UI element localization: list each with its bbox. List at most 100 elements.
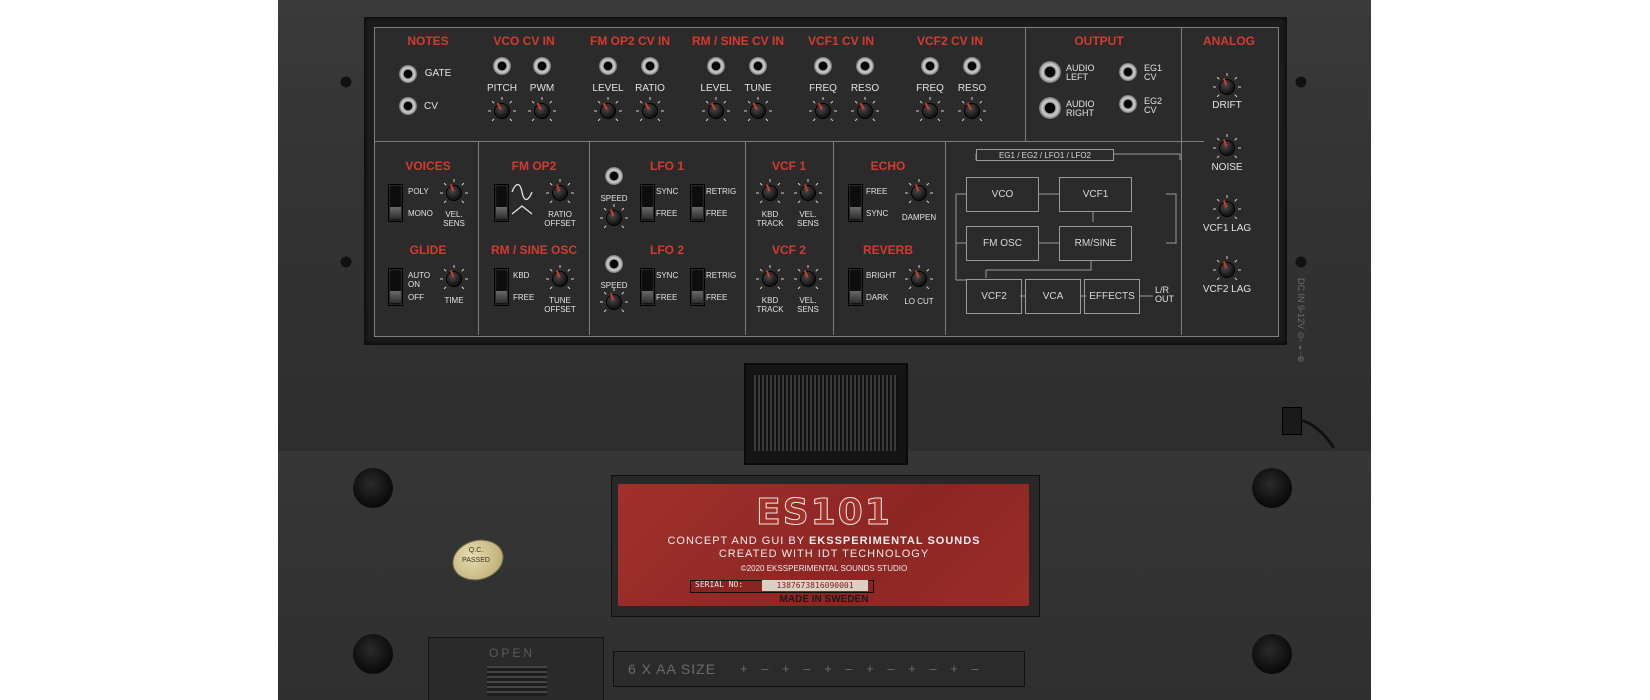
audio-left-jack[interactable] [1039,61,1061,83]
serial-number: 1387673816090001 [762,580,868,591]
vcf1-cv-title: VCF1 CV IN [807,34,875,48]
output-title: OUTPUT [1074,34,1124,48]
vel-sens-knob[interactable] [440,179,468,204]
audio-right-label: AUDIO RIGHT [1066,99,1095,118]
vcf1-lag-knob[interactable] [1213,195,1241,220]
pitch-jack[interactable] [493,57,511,75]
off-label: OFF [408,293,424,302]
noise-knob[interactable] [1213,134,1241,159]
rm-cv-title: RM / SINE CV IN [691,34,785,48]
echo-free-label: FREE [866,187,888,196]
lfo1-sync-label: SYNC [656,187,679,196]
dc-in-label: DC IN 9-12V ⊝-◐-⊕ [1296,278,1306,363]
speaker-grille [744,363,908,465]
fm-waveform-switch[interactable] [494,184,509,222]
rm-sine-osc-title: RM / SINE OSC [490,243,578,257]
sine-triangle-icon [511,183,533,215]
fm-level-jack[interactable] [599,57,617,75]
mod-sources-label: EG1 / EG2 / LFO1 / LFO2 [976,149,1114,161]
eg2-cv-jack[interactable] [1119,95,1137,113]
eg1-cv-label: EG1 CV [1144,63,1163,82]
lfo2-speed-knob[interactable] [600,288,628,313]
vcf1-reso-cv-knob[interactable] [851,97,879,122]
made-in: MADE IN SWEDEN [779,594,869,605]
rubber-foot [353,634,393,674]
mono-label: MONO [408,209,433,218]
vcf2-freq-jack[interactable] [921,57,939,75]
battery-door[interactable]: OPEN [428,637,604,700]
battery-size-label: 6 X AA SIZE [628,661,717,677]
drift-knob[interactable] [1213,73,1241,98]
pwm-jack[interactable] [533,57,551,75]
echo-sync-switch[interactable] [848,184,863,222]
vcf1-vel-sens-label: VEL. SENS [797,210,819,228]
vcf1-freq-cv-knob[interactable] [809,97,837,122]
rm-tune-jack[interactable] [749,57,767,75]
lfo1-speed-knob[interactable] [600,204,628,229]
rubber-foot [1252,634,1292,674]
tune-offset-knob[interactable] [546,265,574,290]
vcf1-reso-jack[interactable] [856,57,874,75]
vcf2-reso-jack[interactable] [963,57,981,75]
es101-device: NOTES GATE CV VCO CV IN PITCH PWM FM OP2… [278,0,1371,700]
vcf1-freq-jack[interactable] [814,57,832,75]
lo-cut-knob[interactable] [905,265,933,290]
rubber-foot [353,468,393,508]
vcf1-block: VCF1 [1059,177,1132,212]
rm-sine-block: RM/SINE [1059,226,1132,261]
created-line: CREATED WITH IDT TECHNOLOGY [718,548,930,560]
vcf2-lag-label: VCF2 LAG [1202,284,1252,295]
notes-title: NOTES [407,34,449,48]
lfo2-retrig-switch[interactable] [690,268,705,306]
reverb-tone-switch[interactable] [848,268,863,306]
lfo2-retrig-label: RETRIG [706,271,737,280]
cv-jack[interactable] [399,97,417,115]
vcf1-kbd-track-knob[interactable] [756,179,784,204]
eg2-cv-label: EG2 CV [1144,96,1163,115]
ratio-offset-knob[interactable] [546,179,574,204]
dampen-knob[interactable] [905,179,933,204]
gate-label: GATE [424,68,452,79]
pwm-knob[interactable] [528,97,556,122]
lfo1-sync-switch[interactable] [640,184,655,222]
vcf2-reso-label: RESO [957,83,987,94]
rm-level-knob[interactable] [702,97,730,122]
open-label: OPEN [489,646,536,660]
audio-right-jack[interactable] [1039,97,1061,119]
vcf1-vel-sens-knob[interactable] [794,179,822,204]
vcf2-freq-cv-knob[interactable] [916,97,944,122]
gate-jack[interactable] [399,65,417,83]
pitch-knob[interactable] [488,97,516,122]
fm-level-knob[interactable] [594,97,622,122]
vcf2-kbd-track-label: KBD TRACK [756,296,784,314]
serial-label: SERIAL NO: [695,580,744,589]
concept-line: CONCEPT AND GUI BY EKSSPERIMENTAL SOUNDS [667,535,981,547]
lfo2-sync-switch[interactable] [640,268,655,306]
lfo2-free2-label: FREE [706,293,728,302]
rm-level-label: LEVEL [700,83,732,94]
vcf2-freq-label: FREQ [916,83,944,94]
vcf2-lag-knob[interactable] [1213,256,1241,281]
door-grip [487,666,547,696]
lfo1-speed-jack[interactable] [605,167,623,185]
vcf2-kbd-track-knob[interactable] [756,265,784,290]
echo-sync-label: SYNC [866,209,889,218]
vcf2-vel-sens-knob[interactable] [794,265,822,290]
fm-ratio-jack[interactable] [641,57,659,75]
lfo1-retrig-switch[interactable] [690,184,705,222]
voices-switch[interactable] [388,184,403,222]
rm-kbd-switch[interactable] [494,268,509,306]
vcf2-reso-cv-knob[interactable] [958,97,986,122]
fm-ratio-knob[interactable] [636,97,664,122]
lfo2-speed-jack[interactable] [605,255,623,273]
rm-level-jack[interactable] [707,57,725,75]
rm-tune-knob[interactable] [744,97,772,122]
lfo1-title: LFO 1 [649,159,685,173]
vcf1-freq-label: FREQ [809,83,837,94]
eg1-cv-jack[interactable] [1119,63,1137,81]
pwm-label: PWM [529,83,555,94]
cable-wire [1299,418,1336,449]
glide-switch[interactable] [388,268,403,306]
glide-time-knob[interactable] [440,265,468,290]
tune-offset-label: TUNE OFFSET [544,296,576,314]
